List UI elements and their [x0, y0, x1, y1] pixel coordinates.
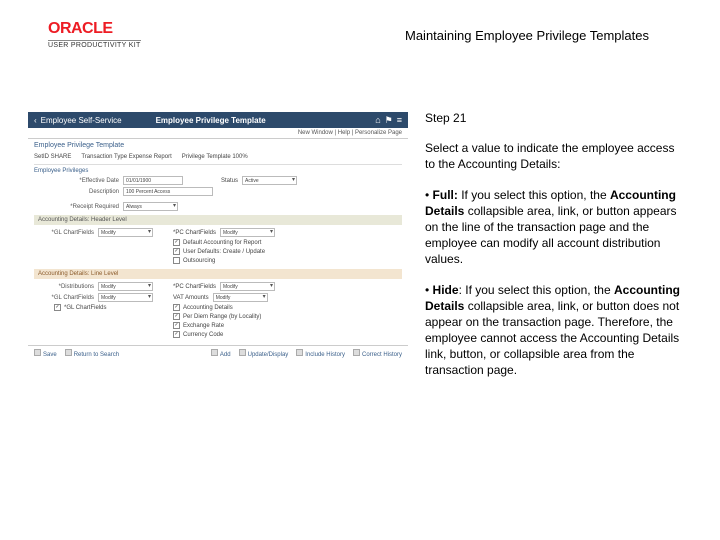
eff-date-input: 01/01/1900 — [123, 176, 183, 185]
line-gl-label: *GL ChartFields — [34, 295, 94, 301]
logo-brand: ORACLE — [48, 20, 141, 38]
trans-type-field: Transaction Type Expense Report — [81, 154, 171, 160]
distrib-select: Modify — [98, 282, 153, 291]
instruction-panel: Step 21 Select a value to indicate the e… — [425, 110, 685, 393]
gl-check-label: *GL ChartFields — [64, 305, 106, 311]
save-link: Save — [34, 349, 57, 358]
flag-icon: ⚑ — [385, 115, 393, 126]
update-icon — [239, 349, 246, 356]
app-titlebar: ‹ Employee Self-Service Employee Privile… — [28, 112, 408, 128]
gl-label: *GL ChartFields — [34, 230, 94, 236]
line-pc-select: Modify — [220, 282, 275, 291]
checkbox-icon — [173, 304, 180, 311]
header-info-row: SetID SHARE Transaction Type Expense Rep… — [28, 152, 408, 162]
history-link: Include History — [296, 349, 345, 358]
line-gl-select: Modify — [98, 293, 153, 302]
save-icon — [34, 349, 41, 356]
doc-title: Maintaining Employee Privilege Templates — [405, 28, 649, 43]
ck7-label: Currency Code — [183, 332, 223, 338]
checkbox-icon — [173, 239, 180, 246]
status-label: Status — [221, 178, 238, 184]
history-icon — [296, 349, 303, 356]
logo-product: USER PRODUCTIVITY KIT — [48, 40, 141, 49]
hide-option-text: • Hide: If you select this option, the A… — [425, 282, 685, 379]
vat-label: VAT Amounts — [173, 295, 209, 301]
ck5-label: Per Diem Range (by Locality) — [183, 314, 261, 320]
back-icon: ‹ — [34, 116, 37, 125]
header-level-banner: Accounting Details: Header Level — [34, 215, 402, 225]
line-level-banner: Accounting Details: Line Level — [34, 269, 402, 279]
app-screenshot: ‹ Employee Self-Service Employee Privile… — [28, 112, 408, 382]
line-pc-label: *PC ChartFields — [173, 284, 216, 290]
step-label: Step 21 — [425, 110, 685, 126]
subheader-links: New Window | Help | Personalize Page — [28, 128, 408, 139]
ck2-label: User Defaults: Create / Update — [183, 249, 265, 255]
menu-icon: ≡ — [397, 115, 402, 126]
checkbox-icon — [173, 313, 180, 320]
oracle-logo: ORACLE USER PRODUCTIVITY KIT — [48, 20, 141, 49]
correct-icon — [353, 349, 360, 356]
ck1-label: Default Accounting for Report — [183, 240, 261, 246]
template-field: Privilege Template 100% — [182, 154, 248, 160]
checkbox-icon — [173, 322, 180, 329]
checkbox-icon — [173, 248, 180, 255]
page-breadcrumb: Employee Privilege Template — [28, 139, 408, 152]
vat-select: Modify — [213, 293, 268, 302]
update-link: Update/Display — [239, 349, 289, 358]
receipt-label: *Receipt Required — [34, 204, 119, 210]
eff-date-label: *Effective Date — [34, 178, 119, 184]
receipt-select: Always — [123, 202, 178, 211]
full-option-text: • Full: If you select this option, the A… — [425, 187, 685, 268]
gl-select: Modify — [98, 228, 153, 237]
intro-text: Select a value to indicate the employee … — [425, 140, 685, 172]
employee-privileges-section: Employee Privileges *Effective Date 01/0… — [34, 164, 402, 212]
section-heading: Employee Privileges — [34, 167, 402, 175]
action-footer: Save Return to Search Add Update/Display… — [28, 345, 408, 361]
ck4-label: Accounting Details — [183, 305, 233, 311]
return-icon — [65, 349, 72, 356]
checkbox-icon — [54, 304, 61, 311]
status-select: Active — [242, 176, 297, 185]
checkbox-icon — [173, 257, 180, 264]
setid-field: SetID SHARE — [34, 154, 71, 160]
checkbox-icon — [173, 331, 180, 338]
nav-back-label: Employee Self-Service — [41, 116, 122, 125]
correct-link: Correct History — [353, 349, 402, 358]
home-icon: ⌂ — [375, 115, 380, 126]
ck3-label: Outsourcing — [183, 258, 215, 264]
return-link: Return to Search — [65, 349, 119, 358]
desc-input: 100 Percent Access — [123, 187, 213, 196]
add-icon — [211, 349, 218, 356]
pc-select: Modify — [220, 228, 275, 237]
app-title: Employee Privilege Template — [156, 116, 266, 125]
add-link: Add — [211, 349, 231, 358]
ck6-label: Exchange Rate — [183, 323, 224, 329]
pc-label: *PC ChartFields — [173, 230, 216, 236]
desc-label: Description — [34, 189, 119, 195]
distrib-label: *Distributions — [34, 284, 94, 290]
